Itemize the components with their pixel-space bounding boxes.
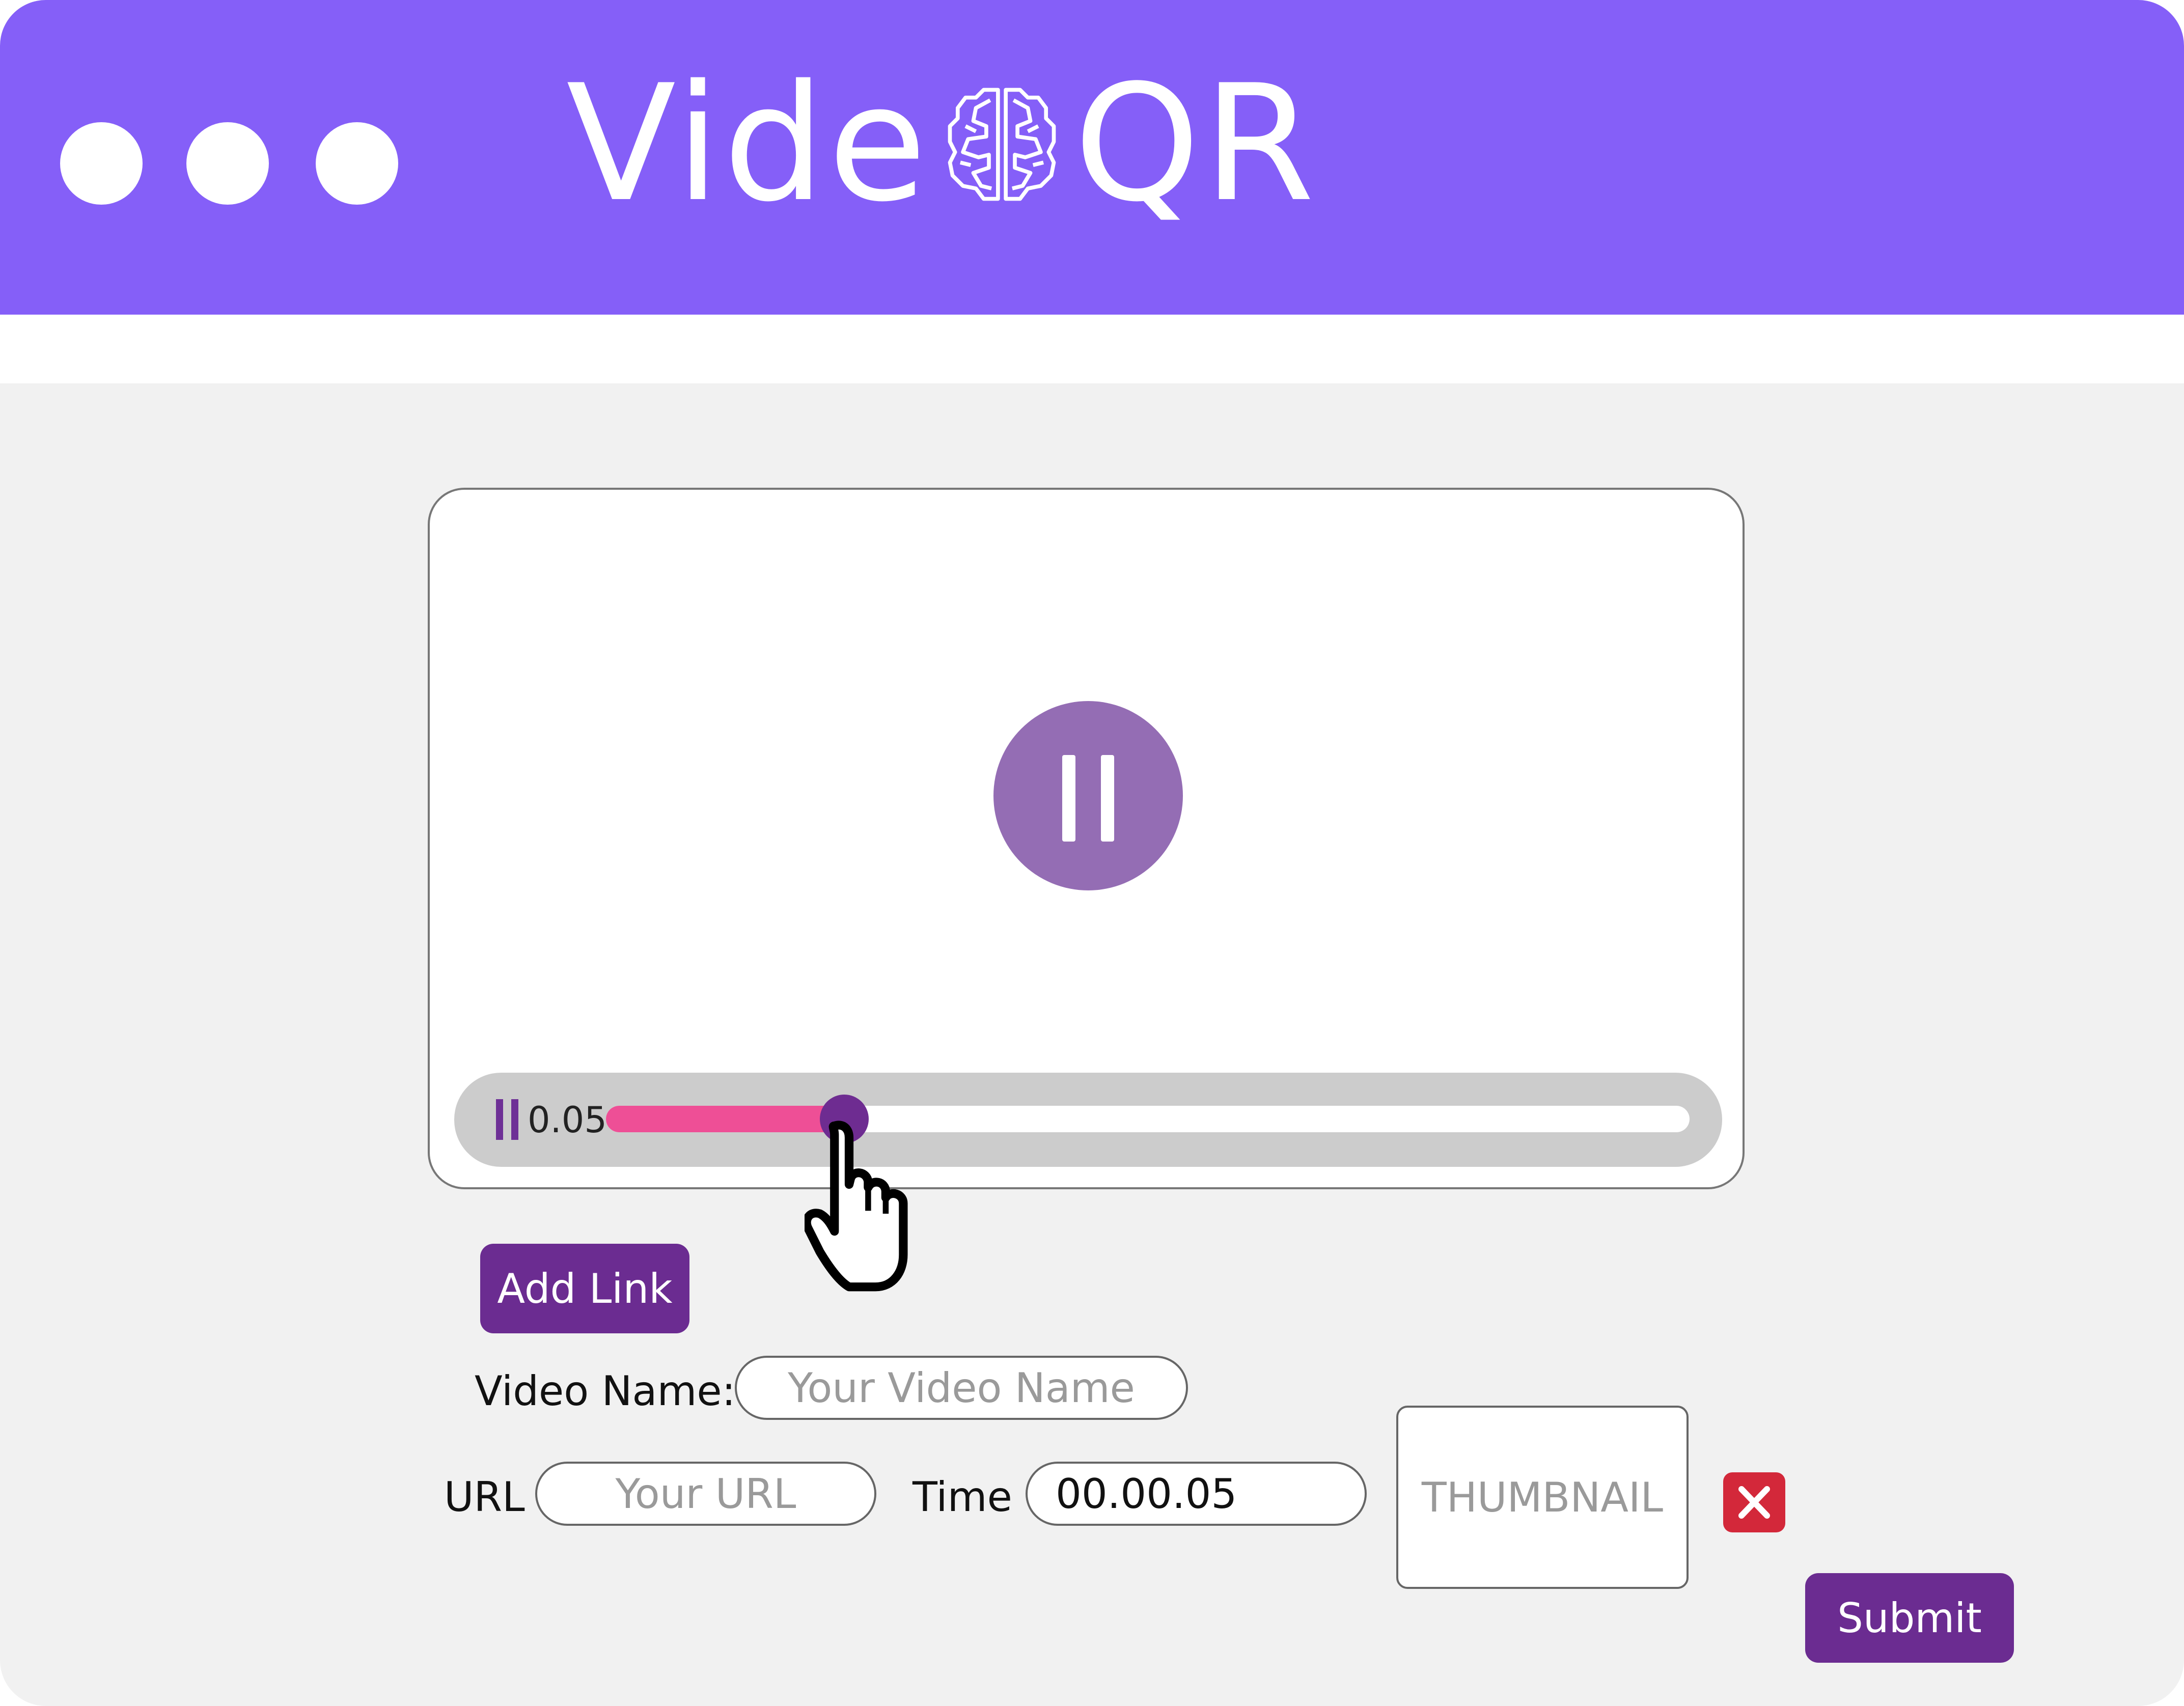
pause-button[interactable] [993, 701, 1183, 890]
pause-icon [1062, 755, 1075, 842]
close-icon [1738, 1486, 1770, 1519]
window-dot-3[interactable] [316, 122, 398, 205]
video-name-input[interactable]: Your Video Name [735, 1356, 1188, 1420]
add-link-button[interactable]: Add Link [480, 1244, 689, 1333]
app-logo: Vide QR [566, 51, 1318, 237]
time-label: Time [913, 1473, 1012, 1521]
url-label: URL [444, 1473, 525, 1521]
pause-icon[interactable] [496, 1099, 522, 1140]
time-input[interactable]: 00.00.05 [1026, 1462, 1367, 1526]
logo-text-suffix: QR [1073, 51, 1318, 237]
logo-text-prefix: Vide [566, 51, 930, 237]
hand-pointer-icon [805, 1121, 908, 1292]
progress-track[interactable] [606, 1095, 1690, 1143]
url-input[interactable]: Your URL [535, 1462, 876, 1526]
browser-window: Vide QR 0.05 Add Link Video Name: Your V… [0, 0, 2184, 1706]
video-player[interactable]: 0.05 [428, 488, 1745, 1189]
submit-button[interactable]: Submit [1805, 1573, 2014, 1663]
pause-icon-bar [1101, 755, 1114, 842]
title-bar: Vide QR [0, 0, 2184, 315]
remove-button[interactable] [1723, 1472, 1785, 1532]
window-dot-1[interactable] [60, 122, 143, 205]
brain-icon [948, 88, 1056, 201]
current-time: 0.05 [528, 1099, 607, 1141]
thumbnail-box[interactable]: THUMBNAIL [1396, 1406, 1689, 1589]
window-dot-2[interactable] [186, 122, 269, 205]
header-divider [0, 315, 2184, 383]
video-name-label: Video Name: [475, 1367, 736, 1415]
playback-controls: 0.05 [454, 1073, 1722, 1167]
